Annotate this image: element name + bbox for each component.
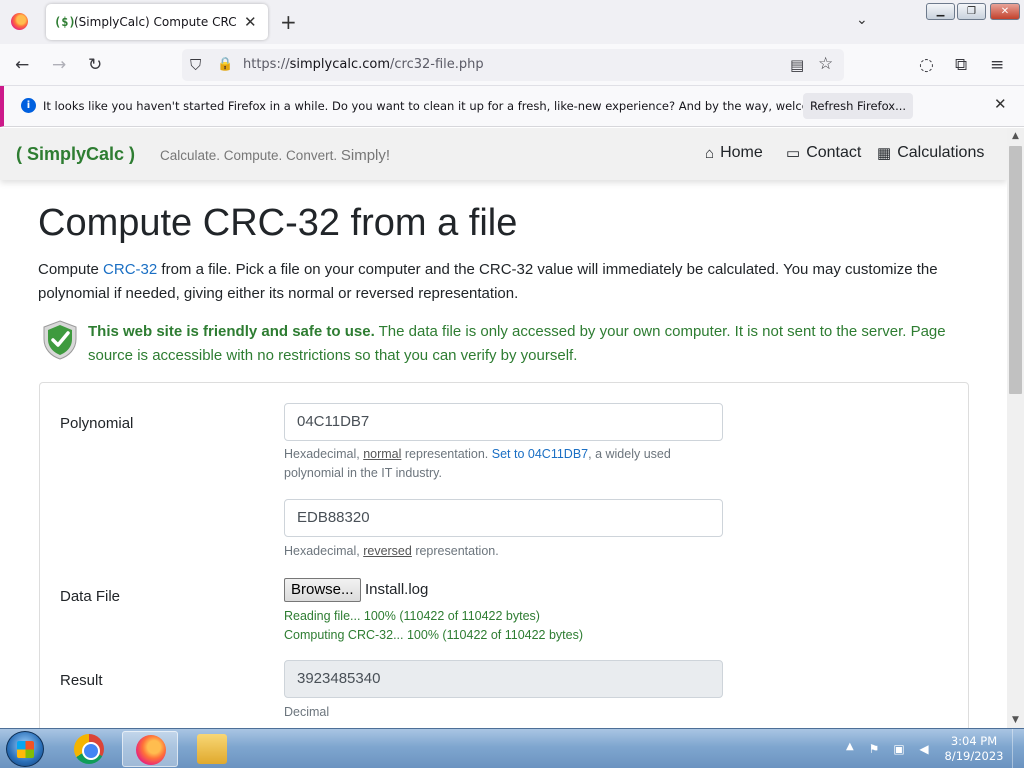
result-output[interactable]: 3923485340 [284,660,723,698]
polynomial-reversed-help: Hexadecimal, reversed representation. [284,544,499,558]
crc-form-card: Polynomial 04C11DB7 Hexadecimal, normal … [39,382,969,728]
pocket-icon[interactable]: ◌ [919,55,934,75]
volume-muted-icon[interactable]: ◀ [916,741,932,757]
start-button[interactable] [6,731,44,767]
maximize-button[interactable]: ❐ [957,3,986,20]
forward-icon[interactable]: → [52,55,66,75]
tracking-protection-icon[interactable]: ⛉ [190,55,201,75]
firefox-icon[interactable] [11,13,28,30]
menu-home[interactable]: ⌂ Home [705,144,763,162]
lock-icon[interactable]: 🔒 [217,55,233,75]
windows-logo-icon [17,741,34,758]
safe-shield-icon [43,320,77,360]
comment-icon: ▭ [786,145,801,162]
result-help: Decimal [284,705,330,719]
close-window-button[interactable]: ✕ [990,3,1020,20]
notification-bar: i It looks like you haven't started Fire… [0,86,1024,127]
list-all-tabs-icon[interactable]: ⌄ [856,12,868,28]
navigation-toolbar: ← → ↻ ⛉ 🔒 https://simplycalc.com/crc32-f… [0,44,1024,86]
home-icon: ⌂ [705,144,715,162]
taskbar-firefox[interactable] [122,731,178,767]
result-label: Result [60,672,103,689]
polynomial-label: Polynomial [60,415,134,432]
menu-contact[interactable]: ▭ Contact [786,144,861,162]
firefox-icon [136,735,166,765]
set-default-polynomial-link[interactable]: Set to 04C11DB7 [492,447,588,461]
scroll-up-arrow-icon[interactable]: ▲ [1007,128,1024,144]
safety-notice: This web site is friendly and safe to us… [88,323,946,364]
site-favicon-icon: ($) [54,15,76,29]
new-tab-button[interactable]: + [280,10,297,34]
extensions-icon[interactable]: ⧉ [955,55,967,75]
taskbar: ▲ ⚑ ▣ ◀ 3:04 PM 8/19/2023 [0,728,1024,768]
scrollbar-thumb[interactable] [1009,146,1022,394]
computing-status: Computing CRC-32... 100% (110422 of 1104… [284,628,584,642]
folder-icon [197,734,227,764]
chrome-icon [74,734,104,764]
show-hidden-icons[interactable]: ▲ [846,741,854,752]
reading-status: Reading file... 100% (110422 of 110422 b… [284,609,540,623]
data-file-label: Data File [60,588,121,605]
tab-close-icon[interactable]: ✕ [244,13,257,31]
taskbar-chrome[interactable] [61,731,117,767]
web-page: ( SimplyCalc ) Calculate. Compute. Conve… [0,128,1007,728]
intro-text: Compute CRC-32 from a file. Pick a file … [38,261,938,302]
site-tagline: Calculate. Compute. Convert. Simply! [160,147,391,164]
browser-tab[interactable]: ($) (SimplyCalc) Compute CRC-32 ✕ [46,4,268,40]
minimize-button[interactable]: ▁ [926,3,955,20]
back-icon[interactable]: ← [15,55,29,75]
site-logo[interactable]: ( SimplyCalc ) [16,144,135,165]
polynomial-normal-input[interactable]: 04C11DB7 [284,403,723,441]
system-clock[interactable]: 3:04 PM 8/19/2023 [944,734,1004,764]
reader-view-icon[interactable]: ▤ [790,55,804,75]
notification-text: It looks like you haven't started Firefo… [43,99,863,113]
polynomial-reversed-input[interactable]: EDB88320 [284,499,723,537]
menu-calculations[interactable]: ▦ Calculations [877,144,984,162]
tab-strip: ($) (SimplyCalc) Compute CRC-32 ✕ + ⌄ ▁ … [0,0,1024,44]
site-header: ( SimplyCalc ) Calculate. Compute. Conve… [0,128,1007,180]
action-center-icon[interactable]: ⚑ [866,741,882,757]
tab-title: (SimplyCalc) Compute CRC-32 [74,15,236,29]
notification-close-icon[interactable]: ✕ [994,95,1007,113]
taskbar-explorer[interactable] [184,731,240,767]
selected-file-name: Install.log [365,581,429,598]
refresh-firefox-button[interactable]: Refresh Firefox... [803,93,913,119]
bookmark-star-icon[interactable]: ☆ [818,54,833,74]
menu-icon[interactable]: ≡ [990,55,1004,75]
polynomial-normal-help: Hexadecimal, normal representation. Set … [284,447,671,480]
network-icon[interactable]: ▣ [891,741,907,757]
url-bar[interactable]: ⛉ 🔒 https://simplycalc.com/crc32-file.ph… [182,49,844,81]
reload-icon[interactable]: ↻ [88,55,102,75]
browse-button[interactable]: Browse... [284,578,361,602]
crc32-link[interactable]: CRC-32 [103,261,157,278]
show-desktop-button[interactable] [1012,729,1024,768]
grid-icon: ▦ [877,145,892,162]
scroll-down-arrow-icon[interactable]: ▼ [1007,712,1024,728]
info-icon: i [21,98,36,113]
url-text[interactable]: https://simplycalc.com/crc32-file.php [243,57,484,72]
page-scrollbar[interactable]: ▲ ▼ [1007,128,1024,728]
page-title: Compute CRC-32 from a file [38,202,518,244]
